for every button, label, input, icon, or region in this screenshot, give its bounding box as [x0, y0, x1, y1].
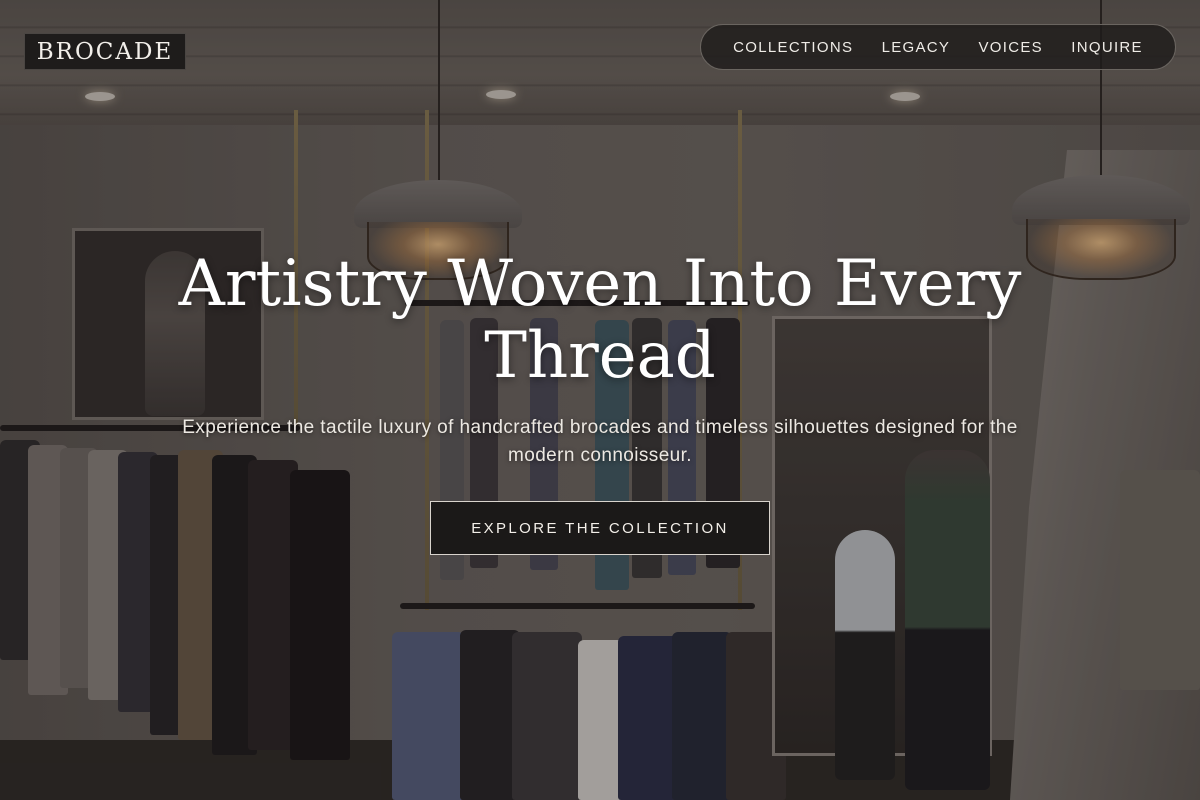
- hero-subtitle: Experience the tactile luxury of handcra…: [182, 417, 1018, 466]
- nav-item-voices[interactable]: VOICES: [979, 39, 1043, 56]
- nav-item-legacy[interactable]: LEGACY: [882, 39, 951, 56]
- brand-logo[interactable]: BROCADE: [24, 33, 186, 70]
- nav-item-collections[interactable]: COLLECTIONS: [733, 39, 853, 56]
- explore-collection-button[interactable]: EXPLORE THE COLLECTION: [430, 501, 770, 555]
- hero-background-image: [0, 0, 1200, 800]
- main-nav: COLLECTIONS LEGACY VOICES INQUIRE: [700, 24, 1176, 70]
- dark-overlay: [0, 0, 1200, 800]
- nav-item-inquire[interactable]: INQUIRE: [1071, 39, 1143, 56]
- hero-title: Artistry Woven Into Every Thread: [178, 247, 1022, 393]
